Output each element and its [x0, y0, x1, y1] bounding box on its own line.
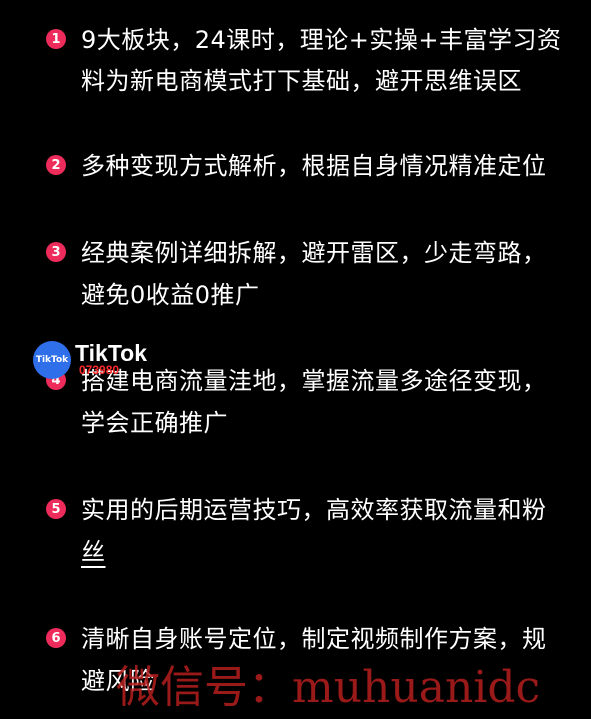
number-badge: 3 — [46, 242, 66, 262]
number-badge: 6 — [46, 628, 66, 648]
item-text-line: 避免0收益0推广 — [81, 281, 260, 309]
tiktok-watermark-id: 073980 — [79, 363, 120, 377]
item-text-line: 丝 — [81, 538, 106, 566]
item-text-line: 清晰自身账号定位，制定视频制作方案，规 — [81, 625, 547, 653]
item-text-line: 学会正确推广 — [81, 409, 228, 437]
wechat-watermark: 微信号：muhuanidc — [116, 662, 541, 713]
item-text-line: 经典案例详细拆解，避开雷区，少走弯路， — [81, 239, 547, 267]
tiktok-logo-icon: TikTok — [33, 341, 71, 379]
number-badge: 2 — [46, 155, 66, 175]
item-text-line: 实用的后期运营技巧，高效率获取流量和粉 — [81, 496, 547, 524]
item-text-line: 料为新电商模式打下基础，避开思维误区 — [81, 67, 522, 95]
number-badge: 1 — [46, 29, 66, 49]
number-badge: 5 — [46, 499, 66, 519]
item-text-line: 9大板块，24课时，理论+实操+丰富学习资 — [81, 26, 562, 54]
item-text-line: 多种变现方式解析，根据自身情况精准定位 — [81, 152, 547, 180]
item-text-line: 搭建电商流量洼地，掌握流量多途径变现， — [81, 367, 547, 395]
